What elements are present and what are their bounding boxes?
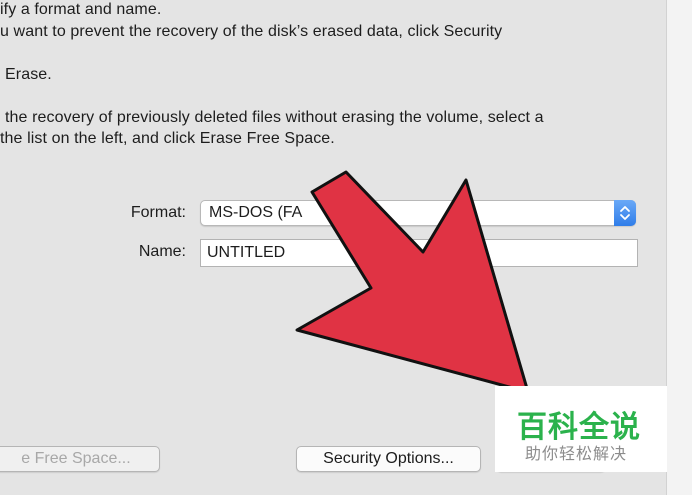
watermark-logo: 百科全说 助你轻松解决 (495, 386, 667, 472)
watermark-subtitle: 助你轻松解决 (525, 446, 628, 463)
